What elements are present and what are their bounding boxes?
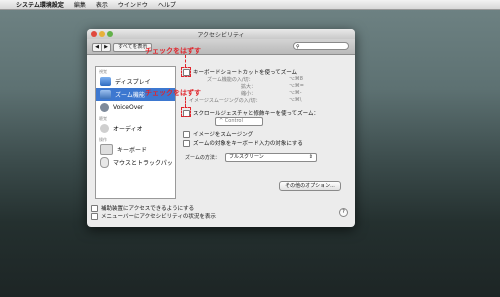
voiceover-icon (100, 103, 109, 112)
smooth-images-row[interactable]: イメージをスムージング (183, 130, 253, 138)
annotation-uncheck-callout-2: チェックをはずす (145, 89, 201, 97)
search-input[interactable]: ⚲ (293, 42, 349, 50)
forward-button[interactable]: ▶ (101, 43, 111, 52)
zoom-style-label: ズームの方法： (185, 155, 220, 161)
smooth-images-label: イメージをスムージング (193, 132, 254, 138)
keyboard-shortcut-row[interactable]: キーボードショートカットを使ってズーム (183, 68, 297, 76)
shortcut-key-smoothing: ⌥⌘\ (289, 97, 302, 103)
shortcut-key-toggle: ⌥⌘8 (289, 76, 303, 82)
sidebar-item-audio[interactable]: オーディオ (96, 122, 175, 135)
annotation-uncheck-callout-1: チェックをはずす (145, 47, 201, 55)
zoom-style-popup[interactable]: フルスクリーン ⇕ (225, 153, 317, 162)
sidebar-item-label: ズーム機能 (115, 92, 145, 99)
menu-shortcut-row[interactable]: 補助装置にアクセスできるようにする (91, 204, 194, 212)
window-title: アクセシビリティ (197, 32, 245, 39)
preference-sidebar: 視覚 ディスプレイ ズーム機能 VoiceOver 聴覚 オーディオ 操作 キー… (95, 66, 176, 199)
scroll-gesture-row[interactable]: スクロールジェスチャと修飾キーを使ってズーム： (183, 109, 319, 117)
search-icon: ⚲ (296, 44, 300, 50)
menu-bar: システム環境設定 編集 表示 ウインドウ ヘルプ (0, 0, 500, 10)
menu-app-name[interactable]: システム環境設定 (16, 0, 64, 9)
scroll-gesture-label: スクロールジェスチャと修飾キーを使ってズーム： (193, 111, 320, 117)
menu-status-checkbox[interactable] (91, 212, 98, 220)
sidebar-section-interaction: 操作 (99, 137, 107, 142)
sidebar-item-label: ディスプレイ (115, 79, 151, 86)
sidebar-item-mouse-trackpad[interactable]: マウスとトラックパッ (96, 156, 175, 169)
shortcut-key-zoom-out: ⌥⌘- (289, 90, 302, 96)
sidebar-item-voiceover[interactable]: VoiceOver (96, 101, 175, 114)
popup-arrows-icon: ⇕ (308, 154, 313, 160)
annotation-highlight-scroll-checkbox (181, 107, 191, 117)
modifier-key-popup[interactable]: ^ Control (215, 117, 263, 126)
menu-shortcut-checkbox[interactable] (91, 204, 98, 212)
sidebar-item-keyboard[interactable]: キーボード (96, 143, 175, 156)
display-icon (100, 77, 111, 86)
shortcut-label-toggle: ズーム機能の入/切： (207, 77, 254, 83)
title-bar[interactable]: アクセシビリティ (87, 29, 355, 39)
sidebar-item-label: キーボード (117, 147, 148, 154)
shortcut-label-smoothing: イメージスムージングの入/切： (189, 98, 261, 104)
annotation-arrow-2 (185, 97, 186, 107)
follow-focus-row[interactable]: ズームの対象をキーボード入力の対象にする (183, 139, 303, 147)
help-button[interactable]: ? (339, 208, 348, 217)
keyboard-icon (100, 144, 113, 155)
mouse-icon (100, 157, 109, 168)
follow-focus-label: ズームの対象をキーボード入力の対象にする (193, 141, 303, 147)
smooth-images-checkbox[interactable] (183, 130, 190, 138)
more-options-button[interactable]: その他のオプション... (279, 181, 341, 191)
menu-shortcut-label: 補助装置にアクセスできるようにする (101, 206, 195, 212)
zoom-icon (100, 90, 111, 99)
sidebar-section-vision: 視覚 (99, 69, 107, 74)
toolbar: ◀ ▶ すべてを表示 ⚲ (87, 39, 355, 55)
annotation-arrow-1 (185, 55, 186, 67)
shortcut-key-zoom-in: ⌥⌘= (289, 83, 304, 89)
zoom-settings-panel: キーボードショートカットを使ってズーム ズーム機能の入/切： ⌥⌘8 拡大： ⌥… (179, 66, 347, 197)
menu-window[interactable]: ウインドウ (118, 0, 148, 9)
sidebar-item-label: マウスとトラックパッ (113, 160, 173, 167)
shortcut-label-zoom-in: 拡大： (241, 84, 257, 90)
menu-help[interactable]: ヘルプ (158, 0, 176, 9)
zoom-style-value: フルスクリーン (229, 154, 264, 160)
keyboard-shortcut-label: キーボードショートカットを使ってズーム (193, 70, 298, 76)
menu-edit[interactable]: 編集 (74, 0, 86, 9)
shortcut-label-zoom-out: 縮小： (241, 91, 257, 97)
follow-focus-checkbox[interactable] (183, 139, 190, 147)
menu-status-row[interactable]: メニューバーにアクセシビリティの状況を表示 (91, 212, 216, 220)
annotation-highlight-keyboard-checkbox (181, 67, 191, 77)
accessibility-window: アクセシビリティ ◀ ▶ すべてを表示 ⚲ 視覚 ディスプレイ ズーム機能 Vo… (87, 29, 355, 227)
sidebar-item-label: オーディオ (113, 126, 143, 133)
menu-status-label: メニューバーにアクセシビリティの状況を表示 (101, 214, 216, 220)
sidebar-section-hearing: 聴覚 (99, 116, 107, 121)
speaker-icon (100, 124, 109, 133)
menu-view[interactable]: 表示 (96, 0, 108, 9)
sidebar-item-display[interactable]: ディスプレイ (96, 75, 175, 88)
sidebar-item-label: VoiceOver (113, 104, 144, 111)
